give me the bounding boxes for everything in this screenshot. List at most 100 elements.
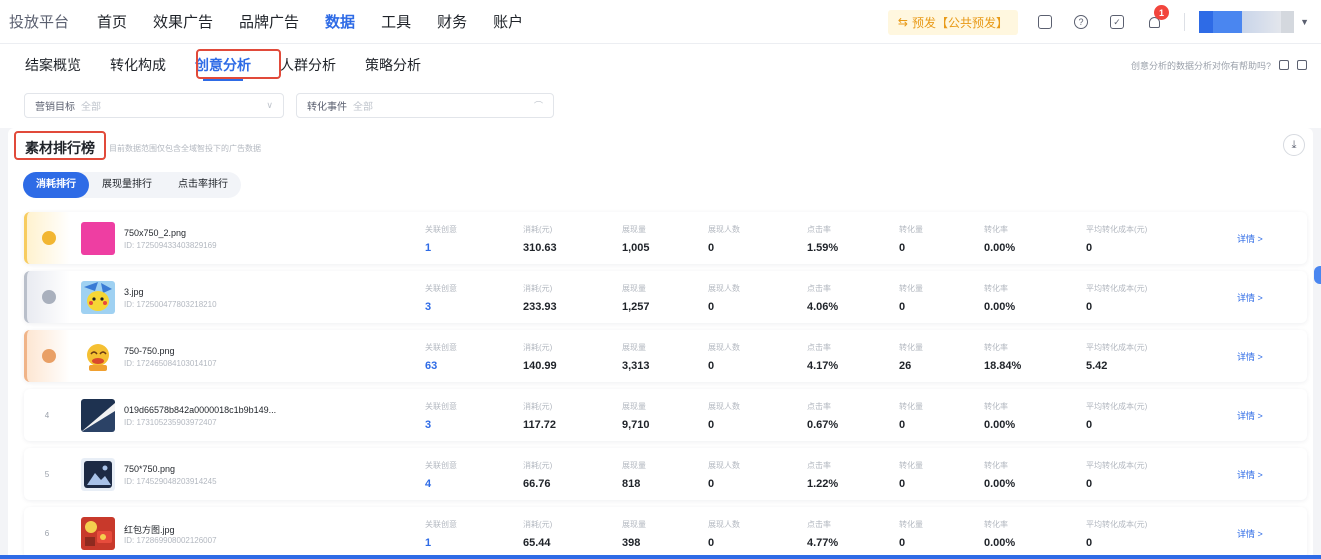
tab-cost-ranking[interactable]: 消耗排行 <box>23 172 89 198</box>
detail-link[interactable]: 详情 > <box>1237 409 1263 422</box>
nav-item-performance-ads[interactable]: 效果广告 <box>153 11 213 32</box>
tab-conversion-composition[interactable]: 转化构成 <box>110 55 166 75</box>
download-icon[interactable]: ⤓ <box>1283 134 1305 156</box>
thumbs-up-icon[interactable] <box>1279 60 1289 70</box>
detail-link[interactable]: 详情 > <box>1237 232 1263 245</box>
nav-item-data[interactable]: 数据 <box>325 11 355 32</box>
detail-link[interactable]: 详情 > <box>1237 468 1263 481</box>
metric-cost: 消耗(元) 140.99 <box>523 342 557 372</box>
material-id: ID: 172500477803218210 <box>124 300 217 309</box>
detail-link[interactable]: 详情 > <box>1237 291 1263 304</box>
main-nav: 首页 效果广告 品牌广告 数据 工具 财务 账户 <box>97 11 549 32</box>
chevron-down-icon: ∨ <box>266 100 273 110</box>
tab-impression-ranking[interactable]: 展现量排行 <box>89 172 165 198</box>
notification-button[interactable]: 1 <box>1146 5 1169 30</box>
metric-label: 展现量 <box>622 225 646 234</box>
nav-item-brand-ads[interactable]: 品牌广告 <box>239 11 299 32</box>
metric-label: 点击率 <box>807 225 831 234</box>
nav-item-finance[interactable]: 财务 <box>437 11 467 32</box>
metric-label: 关联创意 <box>425 225 457 234</box>
metric-reach: 展现人数 0 <box>708 519 740 549</box>
metric-cost: 消耗(元) 66.76 <box>523 460 552 490</box>
metric-label: 展现人数 <box>708 343 740 352</box>
metric-value[interactable]: 1 <box>425 537 457 549</box>
metric-value[interactable]: 3 <box>425 301 457 313</box>
chat-icon[interactable] <box>1038 15 1052 29</box>
metric-label: 消耗(元) <box>523 520 553 529</box>
thumbs-down-icon[interactable] <box>1297 60 1307 70</box>
metric-ctr: 点击率 4.77% <box>807 519 838 549</box>
metric-value: 0 <box>708 478 715 490</box>
detail-link[interactable]: 详情 > <box>1237 350 1263 363</box>
metric-conversions: 转化量 0 <box>899 460 923 490</box>
metric-value[interactable]: 4 <box>425 478 457 490</box>
task-icon[interactable]: ✓ <box>1110 15 1124 29</box>
metric-label: 平均转化成本(元) <box>1086 461 1148 470</box>
top-navigation: 投放平台 首页 效果广告 品牌广告 数据 工具 财务 账户 ⇆ 预发【公共预发】… <box>0 0 1321 44</box>
bottom-accent-bar <box>0 555 1321 559</box>
material-thumbnail[interactable] <box>81 222 115 255</box>
metric-value: 1,257 <box>622 301 650 313</box>
metric-label: 转化率 <box>984 284 1008 293</box>
metric-label: 展现量 <box>622 461 646 470</box>
rank-cell <box>24 271 70 323</box>
metric-impressions: 展现量 3,313 <box>622 342 650 372</box>
metric-label: 关联创意 <box>425 402 457 411</box>
help-icon[interactable]: ? <box>1074 15 1088 29</box>
material-id: ID: 172869908002126007 <box>124 536 217 545</box>
metric-label: 消耗(元) <box>523 343 553 352</box>
material-name: 750-750.png <box>124 346 175 356</box>
detail-link[interactable]: 详情 > <box>1237 527 1263 540</box>
metric-cpa: 平均转化成本(元) 0 <box>1086 401 1147 431</box>
nav-item-account[interactable]: 账户 <box>493 11 523 32</box>
preview-env-label: 预发【公共预发】 <box>911 15 1008 30</box>
material-thumbnail[interactable] <box>81 399 115 432</box>
material-thumbnail[interactable] <box>81 281 115 314</box>
metric-value: 310.63 <box>523 242 557 254</box>
metric-value[interactable]: 1 <box>425 242 457 254</box>
metric-ctr: 点击率 4.17% <box>807 342 838 372</box>
tab-overview[interactable]: 结案概览 <box>25 55 81 75</box>
metric-impressions: 展现量 9,710 <box>622 401 650 431</box>
material-name: 019d66578b842a0000018c1b9b149... <box>124 405 277 415</box>
ranking-note: 目前数据范围仅包含全域智投下的广告数据 <box>109 144 261 153</box>
tab-strategy-analysis[interactable]: 策略分析 <box>365 55 421 75</box>
ranking-title: 素材排行榜 <box>25 140 95 156</box>
metric-conversions: 转化量 26 <box>899 342 923 372</box>
metric-value: 0 <box>899 419 906 431</box>
marketing-goal-select[interactable]: 营销目标 全部 ∨ <box>24 93 284 118</box>
nav-item-tools[interactable]: 工具 <box>381 11 411 32</box>
rank-medal-icon <box>41 231 56 245</box>
table-row: 3.jpg ID: 172500477803218210 关联创意 3 消耗(元)… <box>24 271 1307 323</box>
table-row: 750-750.png ID: 172465084103014107 关联创意 6… <box>24 330 1307 382</box>
metric-value: 0 <box>1086 419 1093 431</box>
table-row: 750x750_2.png ID: 172509433403829169 关联创意… <box>24 212 1307 264</box>
nav-item-home[interactable]: 首页 <box>97 11 127 32</box>
preview-env-button[interactable]: ⇆ 预发【公共预发】 <box>887 9 1018 35</box>
material-thumbnail[interactable] <box>81 458 115 491</box>
material-name: 750x750_2.png <box>124 228 187 238</box>
material-thumbnail[interactable] <box>81 340 115 373</box>
metric-value[interactable]: 63 <box>425 360 457 372</box>
metric-value: 0 <box>708 301 715 313</box>
metric-value: 0.00% <box>984 537 1016 549</box>
material-id: ID: 173105235903972407 <box>124 418 217 427</box>
metric-value: 818 <box>622 478 641 490</box>
account-avatar[interactable]: ▼ <box>1199 10 1309 34</box>
metric-value: 0 <box>1086 301 1093 313</box>
conversion-event-select[interactable]: 转化事件 全部 ⌒ <box>296 93 554 118</box>
metric-value: 0.00% <box>984 419 1016 431</box>
tab-ctr-ranking[interactable]: 点击率排行 <box>165 172 241 198</box>
material-name: 3.jpg <box>124 287 144 297</box>
tab-creative-analysis[interactable]: 创意分析 <box>195 55 251 81</box>
metric-value[interactable]: 3 <box>425 419 457 431</box>
side-float-button[interactable] <box>1314 266 1321 284</box>
tab-audience-analysis[interactable]: 人群分析 <box>280 55 336 75</box>
metric-label: 平均转化成本(元) <box>1086 402 1148 411</box>
material-thumbnail[interactable] <box>81 517 115 550</box>
metric-ctr: 点击率 1.22% <box>807 460 838 490</box>
swap-icon: ⇆ <box>897 15 908 29</box>
metric-cvr: 转化率 0.00% <box>984 401 1015 431</box>
platform-logo[interactable]: 投放平台 <box>9 11 97 32</box>
chevron-down-icon: ▼ <box>1300 17 1309 27</box>
